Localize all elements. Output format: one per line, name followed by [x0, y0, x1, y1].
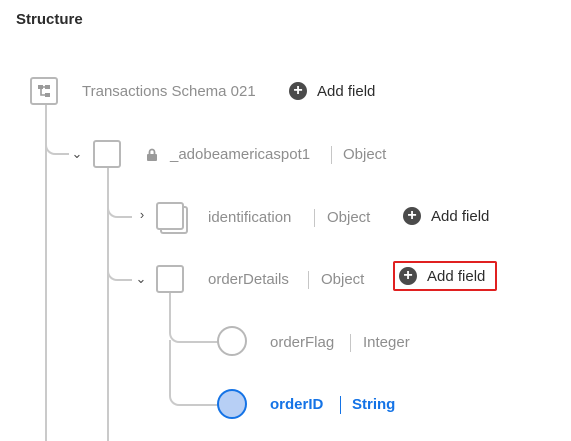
schema-icon — [30, 77, 58, 105]
tree-elbow-orderdetails — [107, 261, 132, 281]
tree-elbow-identification — [107, 198, 132, 218]
type-separator — [314, 209, 315, 227]
type-separator — [308, 271, 309, 289]
schema-name: Transactions Schema 021 — [82, 83, 256, 100]
chevron-right-icon[interactable]: › — [135, 208, 149, 222]
plus-circle-icon: + — [289, 82, 307, 100]
field-name-adobe[interactable]: _adobeamericaspot1 — [170, 146, 310, 163]
add-field-label: Add field — [431, 207, 490, 225]
object-node-icon[interactable] — [93, 140, 121, 168]
type-separator — [350, 334, 351, 352]
field-name-orderflag[interactable]: orderFlag — [270, 334, 334, 351]
panel-title: Structure — [16, 11, 83, 28]
add-field-button-root[interactable]: + Add field — [289, 82, 375, 100]
tree-elbow-orderflag — [169, 302, 218, 343]
type-separator — [331, 146, 332, 164]
field-name-orderid[interactable]: orderID — [270, 396, 323, 413]
field-type-orderid: String — [352, 396, 396, 413]
type-separator — [340, 396, 341, 414]
tree-elbow-adobe — [45, 135, 69, 155]
field-node-icon[interactable] — [217, 326, 247, 356]
field-type-adobe: Object — [343, 146, 387, 163]
plus-circle-icon: + — [399, 267, 417, 285]
chevron-down-icon[interactable]: ⌄ — [134, 272, 148, 286]
field-type-identification: Object — [327, 209, 371, 226]
plus-circle-icon: + — [403, 207, 421, 225]
add-field-button-orderdetails[interactable]: + Add field — [393, 261, 497, 291]
lock-icon — [146, 148, 158, 167]
tree-elbow-orderid — [169, 340, 218, 406]
add-field-label: Add field — [427, 267, 486, 285]
field-node-icon-selected[interactable] — [217, 389, 247, 419]
add-field-label: Add field — [317, 82, 376, 100]
field-name-orderdetails[interactable]: orderDetails — [208, 271, 289, 288]
chevron-down-icon[interactable]: ⌄ — [70, 147, 84, 161]
object-node-icon[interactable] — [156, 265, 184, 293]
field-type-orderflag: Integer — [363, 334, 410, 351]
field-name-identification[interactable]: identification — [208, 209, 291, 226]
add-field-button-identification[interactable]: + Add field — [403, 207, 489, 225]
object-array-node-icon[interactable] — [156, 202, 184, 230]
field-type-orderdetails: Object — [321, 271, 365, 288]
tree-line-root — [45, 105, 47, 441]
